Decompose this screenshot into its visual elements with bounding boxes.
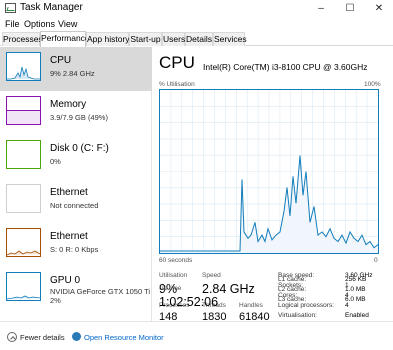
disk-thumbnail-graph <box>6 140 41 169</box>
open-resource-monitor-link[interactable]: Open Resource Monitor <box>84 333 164 342</box>
window-title: Task Manager <box>20 2 83 13</box>
spec-value: Enabled <box>345 312 369 319</box>
sidebar-item-ethernet-1[interactable]: Ethernet Not connected <box>0 179 152 223</box>
spec-label: L3 cache: <box>278 296 307 303</box>
sidebar-item-detail: S: 0 R: 0 Kbps <box>50 245 99 254</box>
cpu-model-name: Intel(R) Core(TM) i3-8100 CPU @ 3.60GHz <box>203 62 368 72</box>
spec-label: Logical processors: <box>278 302 334 309</box>
cpu-graph-canvas <box>160 90 379 253</box>
graph-grid <box>160 90 378 253</box>
spec-value: 1.0 MB <box>345 286 366 293</box>
menu-bar: File Options View <box>0 17 393 31</box>
tab-performance[interactable]: Performance <box>40 31 90 47</box>
sidebar-item-label: GPU 0 <box>50 275 81 286</box>
gpu-mini-chart <box>6 295 41 300</box>
sidebar-item-label: CPU <box>50 55 72 66</box>
task-manager-icon <box>5 3 16 13</box>
tab-start-up[interactable]: Start-up <box>129 32 162 46</box>
gpu-thumbnail-graph <box>6 272 41 301</box>
sidebar-item-label: Disk 0 (C: F:) <box>50 143 109 154</box>
minimize-button[interactable]: – <box>307 0 335 17</box>
tab-users[interactable]: Users <box>162 32 185 46</box>
sidebar-item-label: Ethernet <box>50 231 88 242</box>
sidebar-item-detail: NVIDIA GeForce GTX 1050 Ti <box>50 287 151 296</box>
tab-app-history[interactable]: App history <box>86 32 130 46</box>
tab-processes[interactable]: Processes <box>2 32 43 46</box>
tab-services[interactable]: Services <box>213 32 247 46</box>
cpu-mini-chart <box>7 66 40 80</box>
title-bar: Task Manager – ☐ ✕ <box>0 0 393 17</box>
resource-sidebar: CPU 9% 2.84 GHz Memory 3.9/7.9 GB (49%) … <box>0 47 152 321</box>
spec-label: Virtualisation: <box>278 312 317 319</box>
tab-bar: Processes Performance App history Start-… <box>0 31 393 47</box>
sidebar-item-detail: Not connected <box>50 201 99 210</box>
graph-label-utilisation: % Utilisation <box>159 81 195 88</box>
sidebar-item-label: Memory <box>50 99 87 110</box>
ethernet-thumbnail-graph <box>6 184 41 213</box>
resource-monitor-icon[interactable] <box>72 332 81 341</box>
sidebar-item-gpu[interactable]: GPU 0 NVIDIA GeForce GTX 1050 Ti 2% <box>0 267 152 311</box>
sidebar-item-detail: 3.9/7.9 GB (49%) <box>50 113 108 122</box>
footer-bar: Fewer details Open Resource Monitor <box>0 321 393 350</box>
cpu-thumbnail-graph <box>6 52 41 81</box>
sidebar-item-disk[interactable]: Disk 0 (C: F:) 0% <box>0 135 152 179</box>
fewer-details-link[interactable]: Fewer details <box>20 333 65 342</box>
page-title: CPU <box>159 53 195 72</box>
memory-thumbnail-graph <box>6 96 41 125</box>
spec-value: 256 KB <box>345 276 367 283</box>
spec-value: 6.0 MB <box>345 296 366 303</box>
cpu-utilisation-graph <box>159 89 379 254</box>
uptime-value: 1:02:52:06 <box>159 295 219 309</box>
sidebar-item-cpu[interactable]: CPU 9% 2.84 GHz <box>0 47 152 91</box>
sidebar-item-label: Ethernet <box>50 187 88 198</box>
speed-value: 2.84 GHz <box>202 282 255 296</box>
maximize-button[interactable]: ☐ <box>336 0 364 17</box>
ethernet-mini-chart <box>6 250 41 256</box>
handles-label: Handles <box>239 302 263 309</box>
close-button[interactable]: ✕ <box>365 0 393 17</box>
ethernet-thumbnail-graph <box>6 228 41 257</box>
graph-label-max: 100% <box>364 81 381 88</box>
spec-value: 4 <box>345 302 349 309</box>
graph-time-zero: 0 <box>374 257 378 264</box>
speed-label: Speed <box>202 272 221 279</box>
utilisation-label: Utilisation <box>159 272 188 279</box>
sidebar-item-memory[interactable]: Memory 3.9/7.9 GB (49%) <box>0 91 152 135</box>
memory-fill <box>7 110 40 124</box>
menu-options[interactable]: Options <box>24 19 55 29</box>
collapse-chevron-icon[interactable] <box>7 332 17 342</box>
graph-time-span: 60 seconds <box>159 257 193 264</box>
sidebar-item-detail: 0% <box>50 157 61 166</box>
sidebar-item-usage: 2% <box>50 296 61 305</box>
sidebar-item-ethernet-2[interactable]: Ethernet S: 0 R: 0 Kbps <box>0 223 152 267</box>
menu-view[interactable]: View <box>58 19 77 29</box>
menu-file[interactable]: File <box>5 19 20 29</box>
spec-label: L2 cache: <box>278 286 307 293</box>
tab-details[interactable]: Details <box>185 32 213 46</box>
spec-label: L1 cache: <box>278 276 307 283</box>
uptime-label: Up time <box>159 285 182 292</box>
sidebar-item-detail: 9% 2.84 GHz <box>50 69 95 78</box>
